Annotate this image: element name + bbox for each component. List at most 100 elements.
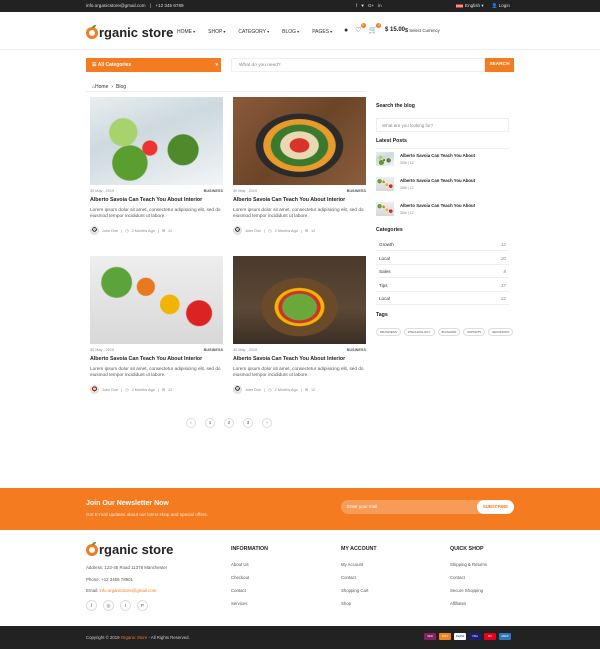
- login-link[interactable]: 👤 Login: [492, 3, 510, 9]
- post-tag[interactable]: BUSINESS: [204, 189, 223, 193]
- blog-card: 30 May , 2019 BUSINESS Alberto Savoia Can…: [233, 97, 366, 236]
- category-item[interactable]: Growth 12: [376, 238, 509, 251]
- sidebar-search-input[interactable]: What are you looking for?: [376, 118, 509, 132]
- footer-link[interactable]: Checkout: [231, 575, 268, 580]
- avatar: [90, 385, 99, 395]
- tag-chip[interactable]: #TECHNOLOGY: [403, 328, 435, 336]
- facebook-icon[interactable]: f: [86, 600, 97, 611]
- category-item[interactable]: Tips 17: [376, 279, 509, 292]
- nav-home[interactable]: HOME: [177, 29, 195, 35]
- footer-column-title: QUICK SHOP: [450, 546, 484, 552]
- sidebar-search-section: Search the blog: [376, 103, 509, 109]
- sidebar-heading: Tags: [376, 312, 388, 318]
- blog-image[interactable]: [90, 97, 223, 185]
- blog-image[interactable]: [90, 256, 223, 344]
- currency-selector[interactable]: $ Select Currency: [405, 28, 440, 34]
- google-plus-icon[interactable]: G+: [368, 3, 374, 8]
- latest-post-item[interactable]: Alberto Savoia Can Teach You About 30th |…: [376, 152, 475, 166]
- tags-section: Tags: [376, 312, 509, 318]
- footer-link[interactable]: Shop: [341, 601, 377, 606]
- pinterest-icon[interactable]: P: [137, 600, 148, 611]
- footer-email[interactable]: info.organicstore@gmail.com: [99, 588, 156, 593]
- category-item[interactable]: Local 20: [376, 252, 509, 265]
- instagram-icon[interactable]: ◎: [103, 600, 114, 611]
- blog-image[interactable]: [233, 97, 366, 185]
- footer-column-quick-shop: QUICK SHOP Shipping & Returns Contact Se…: [450, 546, 487, 614]
- blog-card: 30 May , 2019 BUSINESS Alberto Savoia Can…: [90, 256, 223, 395]
- author-name[interactable]: John Doe: [102, 388, 118, 392]
- tag-chip[interactable]: #SPORTS: [463, 328, 486, 336]
- cart-total[interactable]: $ 15.00: [385, 27, 405, 33]
- tag-chip[interactable]: #FASHION: [437, 328, 461, 336]
- category-item[interactable]: Sales 8: [376, 265, 509, 278]
- newsletter-subtitle: Get E-mail updates about our latest shop…: [86, 512, 208, 517]
- top-phone[interactable]: +12 345 6789: [155, 3, 183, 8]
- facebook-icon[interactable]: f: [356, 3, 357, 8]
- author-name[interactable]: John Doe: [102, 229, 118, 233]
- twitter-icon[interactable]: ♥: [361, 3, 364, 8]
- footer-link[interactable]: Secure Shopping: [450, 588, 487, 593]
- author-name[interactable]: John Doe: [245, 388, 261, 392]
- nav-category[interactable]: CATEGORY: [238, 29, 269, 35]
- blog-image[interactable]: [233, 256, 366, 344]
- footer-link[interactable]: My Account: [341, 562, 377, 567]
- footer-link[interactable]: Shipping & Returns: [450, 562, 487, 567]
- payment-methods: Skrill DISC PayPal VISA MC AMEX: [424, 633, 511, 640]
- footer-link[interactable]: Services: [231, 601, 268, 606]
- language-selector[interactable]: English ▾: [456, 3, 484, 9]
- post-tag[interactable]: BUSINESS: [347, 348, 366, 352]
- latest-posts-section: Latest Posts: [376, 138, 509, 149]
- post-tag[interactable]: BUSINESS: [347, 189, 366, 193]
- footer-phone: Phone: +12 3456 78901: [86, 577, 133, 582]
- latest-post-title: Alberto Savoia Can Teach You About: [400, 178, 476, 183]
- top-email[interactable]: info.organicstore@gmail.com: [86, 3, 146, 8]
- pagination-prev[interactable]: ‹: [186, 418, 196, 428]
- latest-post-date: 30th: [400, 186, 407, 190]
- subscribe-button[interactable]: SUBSCRIBE: [477, 500, 514, 514]
- top-social-links: f ♥ G+ in: [356, 3, 382, 8]
- tag-chip[interactable]: #BUSINESS: [376, 328, 401, 336]
- wishlist-icon[interactable]: ♡ 0: [355, 23, 366, 34]
- nav-blog[interactable]: BLOG: [282, 29, 299, 35]
- twitter-icon[interactable]: t: [120, 600, 131, 611]
- pagination-page-1[interactable]: 1: [205, 418, 215, 428]
- post-tag[interactable]: BUSINESS: [204, 348, 223, 352]
- pagination-next[interactable]: ›: [262, 418, 272, 428]
- tag-chip[interactable]: #ECONOMY: [488, 328, 514, 336]
- author-name[interactable]: John Doe: [245, 229, 261, 233]
- nav-pages[interactable]: PAGES: [312, 29, 332, 35]
- post-time: 2 Months Ago: [274, 228, 298, 233]
- footer-link[interactable]: Affiliates: [450, 601, 487, 606]
- latest-post-item[interactable]: Alberto Savoia Can Teach You About 30th |…: [376, 177, 475, 191]
- post-title[interactable]: Alberto Savoia Can Teach You About Inter…: [90, 197, 223, 203]
- cart-icon[interactable]: 🛒 0: [369, 23, 382, 34]
- category-item[interactable]: Local 22: [376, 292, 509, 305]
- site-footer: rganic store Address: 123-45 Road 11378 …: [0, 530, 600, 626]
- footer-link[interactable]: Contact: [341, 575, 377, 580]
- search-input[interactable]: What do you need?: [231, 58, 485, 72]
- sidebar-heading: Latest Posts: [376, 138, 407, 144]
- search-button[interactable]: SEARCH: [485, 58, 514, 72]
- copyright-brand[interactable]: Organic Store: [121, 635, 148, 640]
- site-logo[interactable]: rganic store: [86, 24, 173, 40]
- all-categories-dropdown[interactable]: ☰ All Categories ▾: [86, 58, 221, 72]
- footer-link[interactable]: Contact: [450, 575, 487, 580]
- latest-post-item[interactable]: Alberto Savoia Can Teach You About 30th |…: [376, 202, 475, 216]
- footer-link[interactable]: About Us: [231, 562, 268, 567]
- blog-card: 30 May , 2019 BUSINESS Alberto Savoia Can…: [90, 97, 223, 236]
- newsletter-title: Join Our Newsletter Now: [86, 500, 169, 507]
- account-icon[interactable]: ●: [344, 27, 348, 34]
- clock-icon: ◷: [268, 388, 272, 393]
- breadcrumb-home[interactable]: ⌂Home: [92, 84, 108, 90]
- post-title[interactable]: Alberto Savoia Can Teach You About Inter…: [233, 356, 366, 362]
- post-title[interactable]: Alberto Savoia Can Teach You About Inter…: [233, 197, 366, 203]
- wishlist-badge: 0: [360, 23, 366, 28]
- footer-link[interactable]: Contact: [231, 588, 268, 593]
- post-title[interactable]: Alberto Savoia Can Teach You About Inter…: [90, 356, 223, 362]
- nav-shop[interactable]: SHOP: [208, 29, 225, 35]
- footer-logo[interactable]: rganic store: [86, 541, 173, 557]
- pagination-page-2[interactable]: 2: [224, 418, 234, 428]
- footer-link[interactable]: Shopping Cart: [341, 588, 377, 593]
- linkedin-icon[interactable]: in: [378, 3, 382, 8]
- pagination-page-3[interactable]: 3: [243, 418, 253, 428]
